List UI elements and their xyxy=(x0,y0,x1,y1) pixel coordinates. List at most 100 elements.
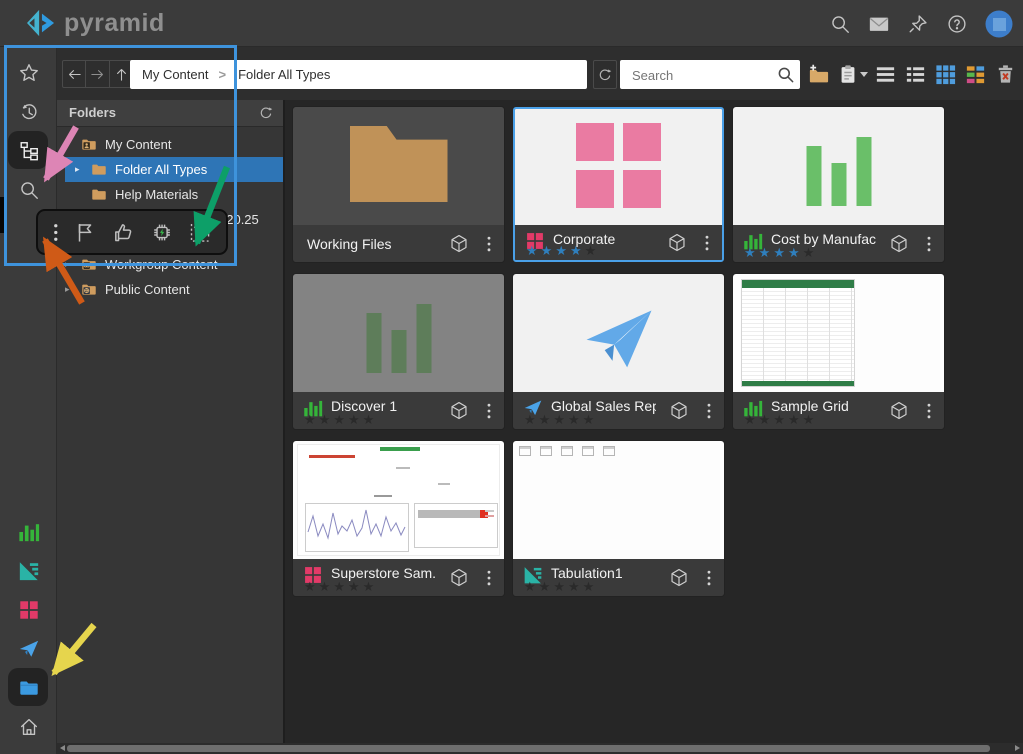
star-empty-icon[interactable]: ★ xyxy=(524,413,539,428)
star-empty-icon[interactable]: ★ xyxy=(319,580,334,595)
content-tile-superstore-sam-[interactable]: Superstore Sam...★★★★★ xyxy=(293,441,504,596)
pin-icon[interactable] xyxy=(907,13,929,35)
sidebar-content-tree-icon[interactable] xyxy=(0,131,57,170)
tree-item-help-materials[interactable]: Help Materials xyxy=(65,182,283,207)
schedule-icon[interactable] xyxy=(188,220,212,245)
sidebar-illustrate-icon[interactable] xyxy=(0,590,57,629)
star-empty-icon[interactable]: ★ xyxy=(553,580,568,595)
star-rating[interactable]: ★★★★★ xyxy=(304,414,377,428)
avatar[interactable] xyxy=(985,10,1013,38)
data-model-cube-icon[interactable] xyxy=(448,233,470,255)
refresh-button[interactable] xyxy=(593,60,617,89)
star-empty-icon[interactable]: ★ xyxy=(583,413,598,428)
star-filled-icon[interactable]: ★ xyxy=(788,246,803,261)
data-model-cube-icon[interactable] xyxy=(666,232,688,254)
thumbs-up-icon[interactable] xyxy=(112,220,136,245)
star-filled-icon[interactable]: ★ xyxy=(570,244,585,259)
ai-chip-icon[interactable] xyxy=(150,220,174,245)
star-rating[interactable]: ★★★★★ xyxy=(744,414,817,428)
tree-item-folder-all-types[interactable]: ▸Folder All Types xyxy=(65,157,283,182)
tree-item-public-content[interactable]: ▸Public Content xyxy=(65,277,283,302)
data-model-cube-icon[interactable] xyxy=(888,400,910,422)
mail-icon[interactable] xyxy=(868,13,890,35)
horizontal-scrollbar[interactable] xyxy=(57,743,1023,754)
star-empty-icon[interactable]: ★ xyxy=(304,580,319,595)
star-empty-icon[interactable]: ★ xyxy=(803,413,818,428)
details-view-icon[interactable] xyxy=(904,63,927,86)
star-empty-icon[interactable]: ★ xyxy=(773,413,788,428)
sidebar-home-icon[interactable] xyxy=(0,707,57,746)
sidebar-history-icon[interactable] xyxy=(0,92,57,131)
caret-down-icon[interactable]: ▾ xyxy=(65,140,79,150)
content-tile-sample-grid[interactable]: Sample Grid★★★★★ xyxy=(733,274,944,429)
data-model-cube-icon[interactable] xyxy=(888,233,910,255)
data-model-cube-icon[interactable] xyxy=(668,400,690,422)
data-model-cube-icon[interactable] xyxy=(448,567,470,589)
star-filled-icon[interactable]: ★ xyxy=(773,246,788,261)
content-tile-tabulation1[interactable]: Tabulation1★★★★★ xyxy=(513,441,724,596)
star-empty-icon[interactable]: ★ xyxy=(568,413,583,428)
star-empty-icon[interactable]: ★ xyxy=(333,580,348,595)
star-empty-icon[interactable]: ★ xyxy=(363,413,378,428)
star-rating[interactable]: ★★★★★ xyxy=(304,581,377,595)
content-tile-working-files[interactable]: Working Files xyxy=(293,107,504,262)
sidebar-tabulate-icon[interactable] xyxy=(0,551,57,590)
star-filled-icon[interactable]: ★ xyxy=(555,244,570,259)
star-empty-icon[interactable]: ★ xyxy=(788,413,803,428)
tile-menu-icon[interactable] xyxy=(700,233,714,253)
scroll-right-arrow-icon[interactable] xyxy=(1015,745,1020,751)
star-rating[interactable]: ★★★★★ xyxy=(744,247,817,261)
content-tile-discover-1[interactable]: Discover 1★★★★★ xyxy=(293,274,504,429)
content-tile-global-sales-rep-[interactable]: Global Sales Rep...★★★★★ xyxy=(513,274,724,429)
tile-menu-icon[interactable] xyxy=(922,401,936,421)
star-empty-icon[interactable]: ★ xyxy=(319,413,334,428)
kebab-menu-icon[interactable] xyxy=(50,220,62,245)
search-icon[interactable] xyxy=(776,65,795,84)
tile-menu-icon[interactable] xyxy=(482,234,496,254)
star-empty-icon[interactable]: ★ xyxy=(363,580,378,595)
sidebar-favorites-icon[interactable] xyxy=(0,53,57,92)
list-view-icon[interactable] xyxy=(874,63,897,86)
star-empty-icon[interactable]: ★ xyxy=(524,580,539,595)
star-empty-icon[interactable]: ★ xyxy=(568,580,583,595)
flag-icon[interactable] xyxy=(74,220,98,245)
tree-item-workgroup-content[interactable]: ▸Workgroup Content xyxy=(65,252,283,277)
data-model-cube-icon[interactable] xyxy=(448,400,470,422)
sidebar-content-folder-icon[interactable] xyxy=(0,668,57,707)
help-circle-icon[interactable] xyxy=(946,13,968,35)
star-empty-icon[interactable]: ★ xyxy=(348,413,363,428)
star-rating[interactable]: ★★★★★ xyxy=(526,245,599,259)
tile-menu-icon[interactable] xyxy=(482,568,496,588)
new-folder-icon[interactable] xyxy=(807,63,830,86)
delete-icon[interactable] xyxy=(994,63,1017,86)
paste-button[interactable] xyxy=(837,63,867,86)
forward-button[interactable] xyxy=(86,60,110,88)
data-model-cube-icon[interactable] xyxy=(668,567,690,589)
sidebar-publish-icon[interactable] xyxy=(0,629,57,668)
colored-tiles-icon[interactable] xyxy=(964,63,987,86)
star-rating[interactable]: ★★★★★ xyxy=(524,581,597,595)
global-search-icon[interactable] xyxy=(829,13,851,35)
star-filled-icon[interactable]: ★ xyxy=(744,246,759,261)
content-tile-cost-by-manufac-[interactable]: Cost by Manufac...★★★★★ xyxy=(733,107,944,262)
star-empty-icon[interactable]: ★ xyxy=(759,413,774,428)
tile-menu-icon[interactable] xyxy=(702,568,716,588)
search-input[interactable] xyxy=(630,60,774,91)
breadcrumb-item[interactable]: My Content xyxy=(142,67,208,82)
star-empty-icon[interactable]: ★ xyxy=(348,580,363,595)
scrollbar-thumb[interactable] xyxy=(67,745,990,752)
sidebar-discover-icon[interactable] xyxy=(0,512,57,551)
star-empty-icon[interactable]: ★ xyxy=(744,413,759,428)
star-rating[interactable]: ★★★★★ xyxy=(524,414,597,428)
star-empty-icon[interactable]: ★ xyxy=(333,413,348,428)
breadcrumb[interactable]: My Content > Folder All Types xyxy=(130,60,587,89)
tile-menu-icon[interactable] xyxy=(482,401,496,421)
grid-view-icon[interactable] xyxy=(934,63,957,86)
caret-right-icon[interactable]: ▸ xyxy=(65,285,79,295)
star-empty-icon[interactable]: ★ xyxy=(583,580,598,595)
folders-refresh-icon[interactable] xyxy=(258,105,274,121)
caret-right-icon[interactable]: ▸ xyxy=(65,260,79,270)
tile-menu-icon[interactable] xyxy=(702,401,716,421)
tree-item-my-content[interactable]: ▾My Content xyxy=(65,132,283,157)
sidebar-search-icon[interactable] xyxy=(0,170,57,209)
